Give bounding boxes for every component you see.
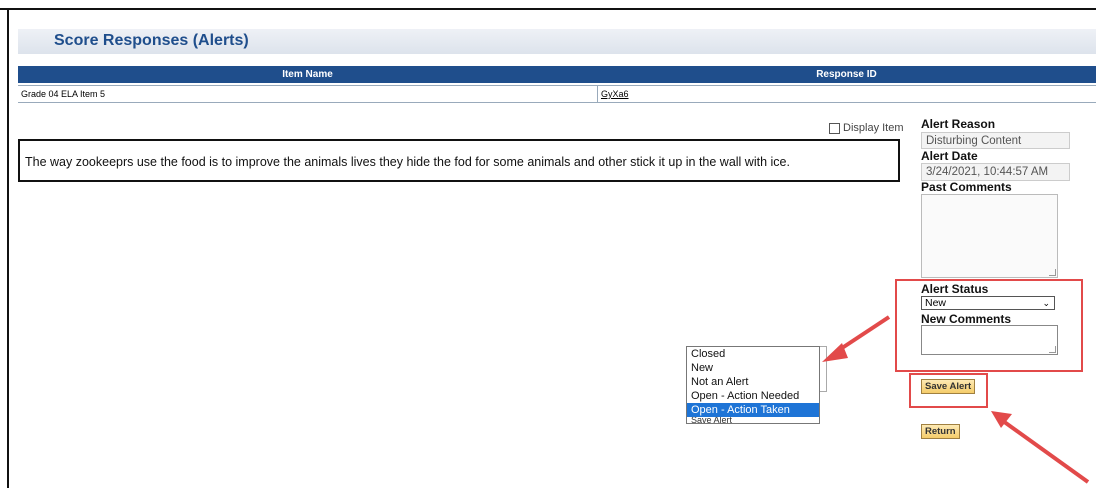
arrow-to-dropdown-icon (822, 315, 891, 362)
arrow-to-save-icon (991, 411, 1090, 484)
annotation-arrows (822, 315, 1090, 484)
